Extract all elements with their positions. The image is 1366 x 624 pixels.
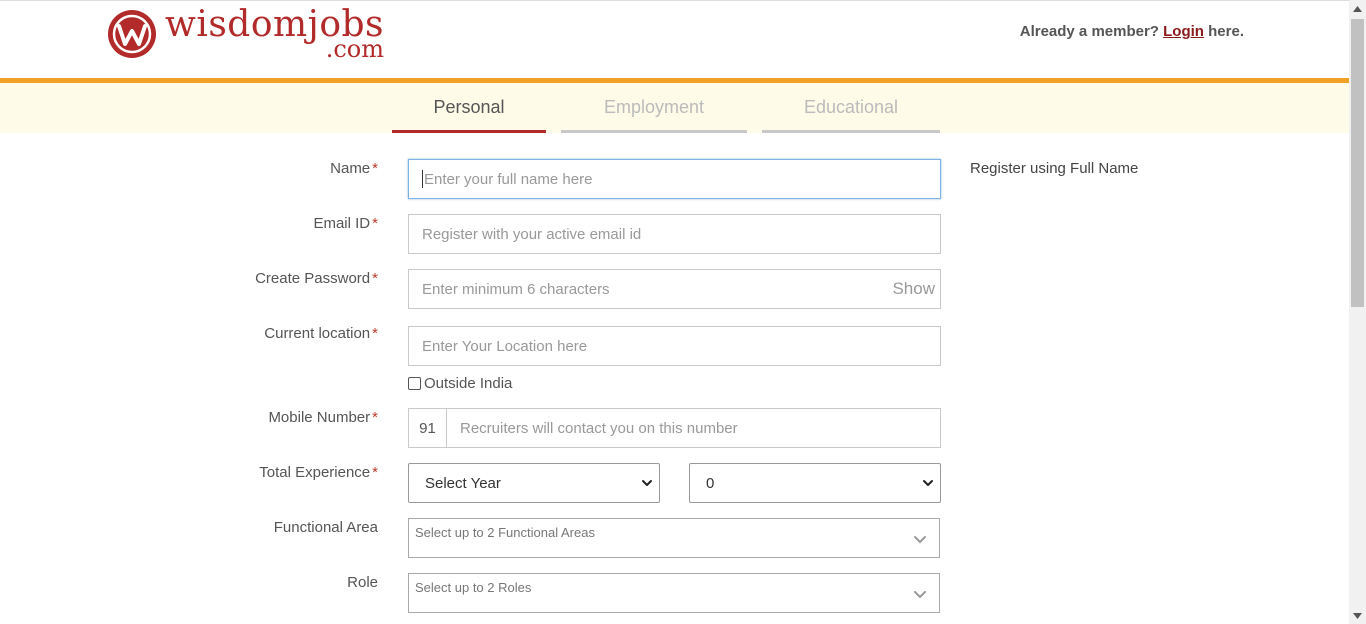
chevron-down-icon [914,591,926,599]
password-input[interactable]: Enter minimum 6 characters Show [408,269,941,309]
name-hint: Register using Full Name [970,160,1139,177]
password-label: Create Password * [255,270,378,287]
tab-personal[interactable]: Personal [392,83,546,133]
logo-mark-icon [108,10,156,58]
country-code-field[interactable]: 91 [408,408,447,448]
tab-educational[interactable]: Educational [762,83,940,133]
password-placeholder: Enter minimum 6 characters [422,280,610,298]
location-label-text: Current location [264,325,371,342]
show-password-button[interactable]: Show [892,279,935,299]
role-label: Role [347,574,378,591]
mobile-placeholder: Recruiters will contact you on this numb… [460,419,738,437]
mobile-input[interactable]: Recruiters will contact you on this numb… [446,408,941,448]
email-label: Email ID * [313,215,378,232]
role-placeholder: Select up to 2 Roles [415,580,532,595]
email-placeholder: Register with your active email id [422,225,642,243]
required-marker: * [372,160,378,177]
mobile-label: Mobile Number * [268,409,378,426]
page-scrollbar[interactable] [1349,0,1366,624]
registration-steps: Personal Employment Educational [0,83,1349,133]
experience-label: Total Experience * [259,464,378,481]
tab-employment[interactable]: Employment [561,83,747,133]
required-marker: * [372,464,378,481]
required-marker: * [372,325,378,342]
scroll-thumb[interactable] [1351,19,1364,307]
name-input[interactable]: Enter your full name here [408,159,941,199]
login-link[interactable]: Login [1163,23,1204,40]
wisdomjobs-logo[interactable]: wisdomjobs .com [107,7,384,64]
outside-india-checkbox[interactable] [408,377,421,390]
functional-area-placeholder: Select up to 2 Functional Areas [415,525,595,540]
required-marker: * [372,409,378,426]
location-label: Current location * [264,325,378,342]
outside-india-option[interactable]: Outside India [408,375,512,392]
experience-label-text: Total Experience [259,464,371,481]
experience-year-value: Select Year [425,474,501,492]
chevron-down-icon [642,480,652,486]
functional-area-label: Functional Area [273,519,378,536]
required-marker: * [372,215,378,232]
site-header: wisdomjobs .com Already a member? Login … [0,0,1349,78]
scroll-up-arrow-icon[interactable] [1349,0,1366,17]
role-select[interactable]: Select up to 2 Roles [408,573,940,613]
outside-india-label: Outside India [424,375,513,392]
experience-month-value: 0 [706,474,715,492]
text-cursor [422,170,423,188]
functional-area-select[interactable]: Select up to 2 Functional Areas [408,518,940,558]
name-placeholder: Enter your full name here [424,170,593,188]
email-label-text: Email ID [313,215,371,232]
experience-month-select[interactable]: 0 [689,463,941,503]
password-label-text: Create Password [255,270,371,287]
required-marker: * [372,270,378,287]
member-prefix: Already a member? [1019,23,1159,40]
chevron-down-icon [914,536,926,544]
scroll-down-arrow-icon[interactable] [1349,607,1366,624]
member-suffix: here. [1208,23,1244,40]
email-input[interactable]: Register with your active email id [408,214,941,254]
member-login-prompt: Already a member? Login here. [1020,23,1244,40]
logo-text: wisdomjobs .com [165,7,384,62]
location-input[interactable]: Enter Your Location here [408,326,941,366]
location-placeholder: Enter Your Location here [422,337,588,355]
mobile-label-text: Mobile Number [268,409,371,426]
experience-year-select[interactable]: Select Year [408,463,660,503]
name-label: Name * [330,160,378,177]
name-label-text: Name [330,160,371,177]
chevron-down-icon [923,480,933,486]
